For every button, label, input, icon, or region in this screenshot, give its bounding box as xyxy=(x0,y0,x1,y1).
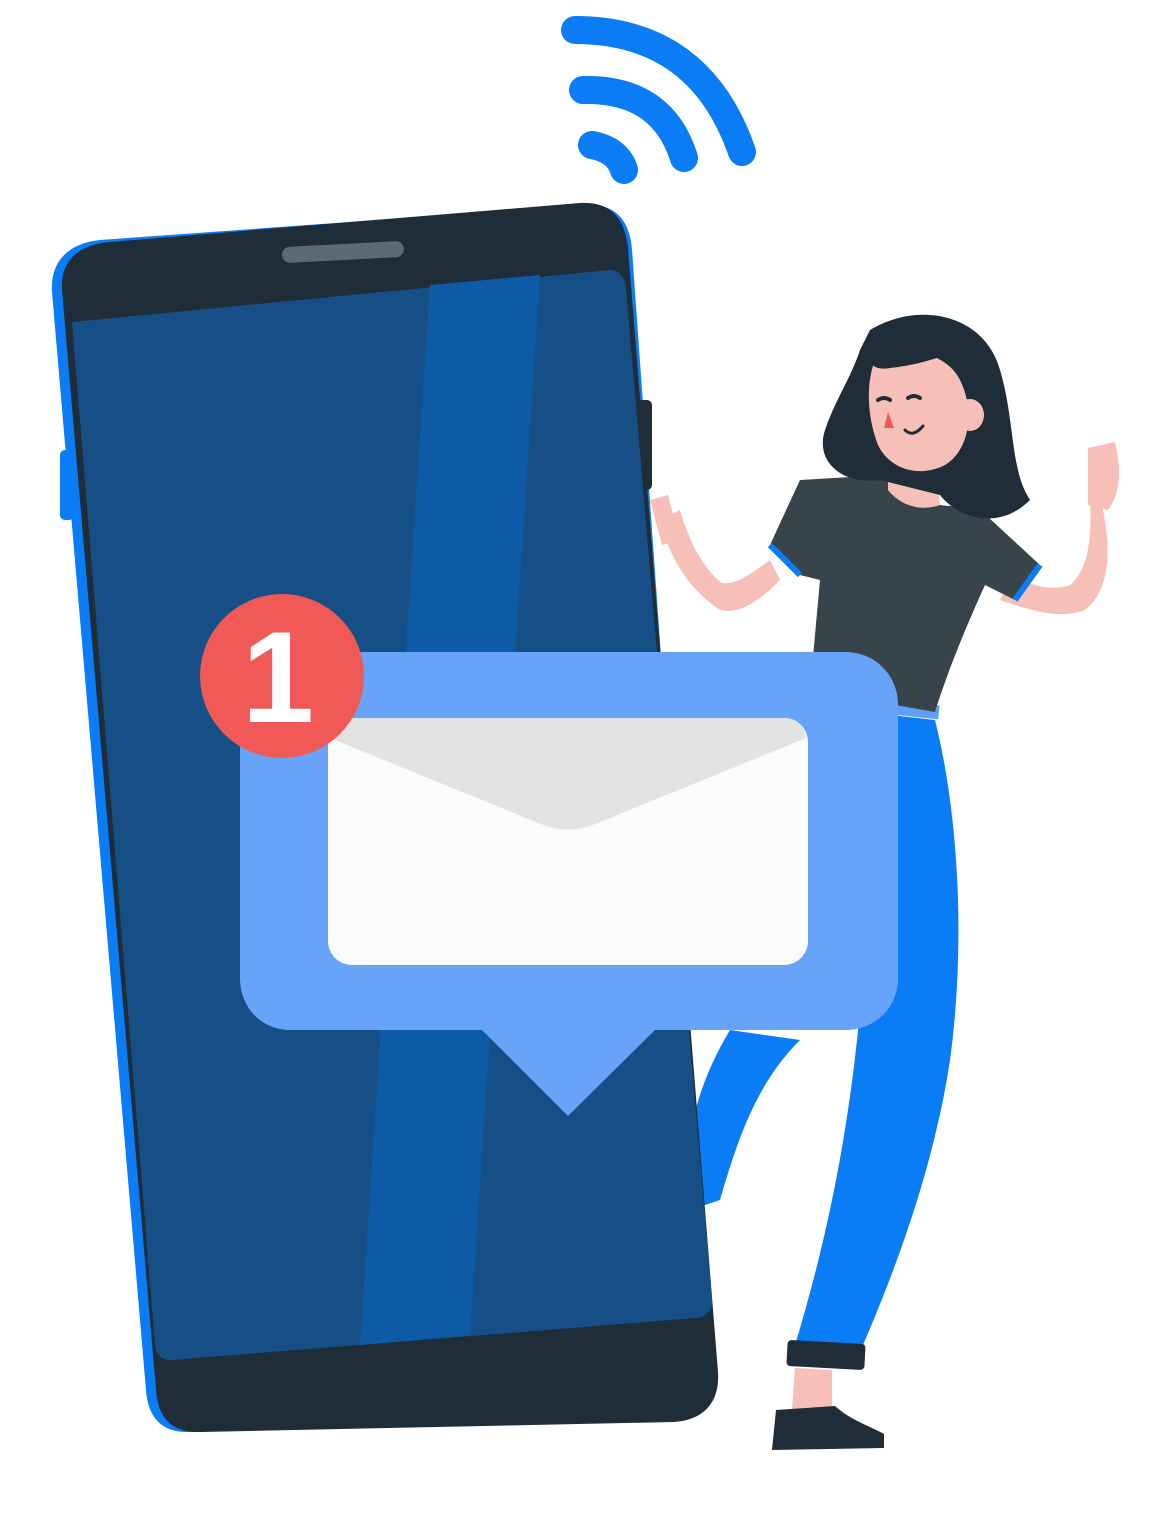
notification-illustration: 1 xyxy=(51,16,1120,1450)
shoe xyxy=(772,1406,884,1450)
envelope-icon xyxy=(328,718,808,965)
wifi-signal-icon xyxy=(561,16,756,184)
badge-count: 1 xyxy=(242,604,314,750)
jeans-cuff xyxy=(786,1340,866,1370)
notification-badge-icon: 1 xyxy=(200,594,364,758)
